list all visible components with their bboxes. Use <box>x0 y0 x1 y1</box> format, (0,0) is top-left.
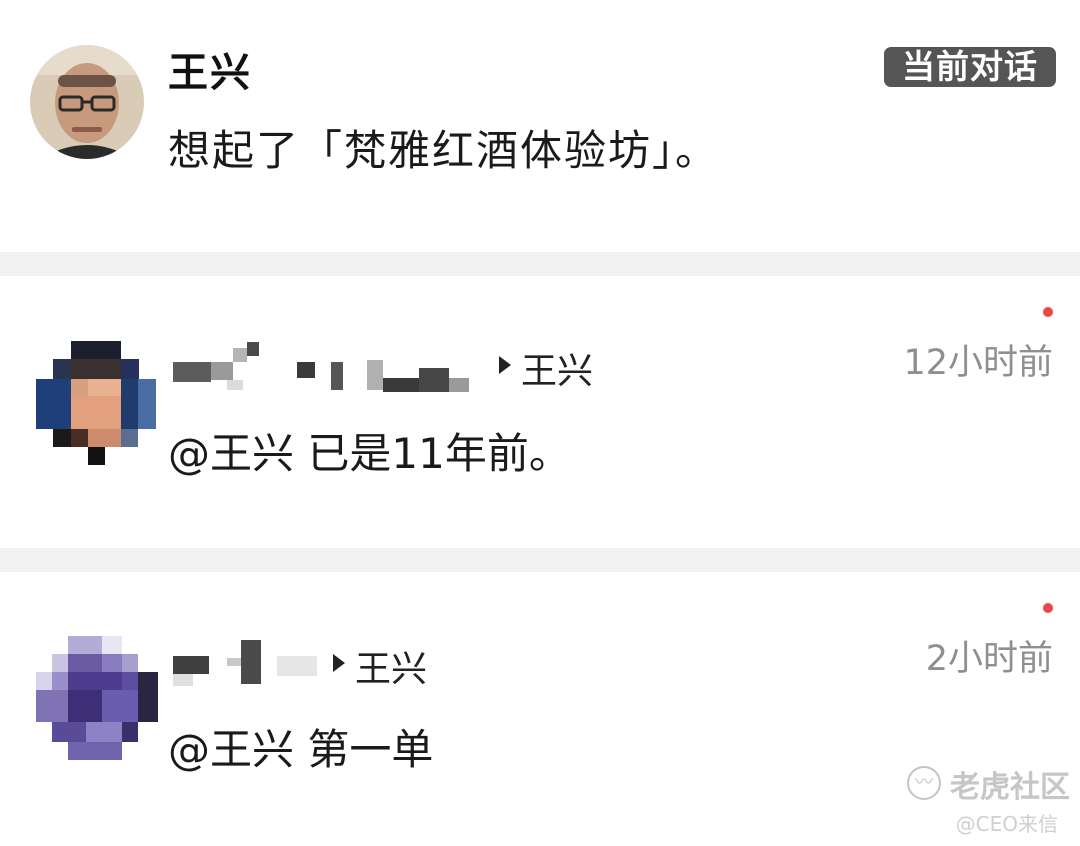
reply-card[interactable]: 王兴 2小时前 @王兴 第一单 <box>0 572 1080 846</box>
watermark-sub: @CEO来信 <box>955 812 1058 836</box>
reply-header: 王兴 <box>173 340 613 392</box>
reply-content: @王兴 已是11年前。 <box>168 420 571 481</box>
watermark-brand: 老虎社区 <box>950 770 1070 805</box>
reply-text: 已是11年前。 <box>307 429 571 478</box>
reply-header: 王兴 <box>173 638 463 690</box>
arrow-right-icon <box>333 654 345 672</box>
user-avatar[interactable] <box>36 636 158 760</box>
reply-card[interactable]: 王兴 12小时前 @王兴 已是11年前。 <box>0 276 1080 548</box>
separator <box>0 548 1080 572</box>
tiger-community-logo-icon: 〰 <box>907 766 941 800</box>
reply-time: 2小时前 <box>925 639 1053 679</box>
blurred-username <box>173 656 209 674</box>
blurred-username <box>173 362 211 382</box>
mention-link[interactable]: @王兴 <box>168 725 294 774</box>
arrow-right-icon <box>499 356 511 374</box>
author-name[interactable]: 王兴 <box>168 40 252 98</box>
reply-target-name[interactable]: 王兴 <box>521 342 593 394</box>
reply-time: 12小时前 <box>903 343 1053 383</box>
current-conversation-badge: 当前对话 <box>884 47 1056 87</box>
separator <box>0 252 1080 276</box>
reply-text: 第一单 <box>307 725 434 774</box>
post-text: 想起了「梵雅红酒体验坊」。 <box>168 126 720 175</box>
reply-target-name[interactable]: 王兴 <box>355 640 427 692</box>
user-avatar[interactable] <box>36 341 156 465</box>
mention-link[interactable]: @王兴 <box>168 429 294 478</box>
author-avatar[interactable] <box>30 45 144 159</box>
reply-content: @王兴 第一单 <box>168 716 433 777</box>
unread-dot <box>1043 603 1053 613</box>
unread-dot <box>1043 307 1053 317</box>
main-post-card: 王兴 当前对话 想起了「梵雅红酒体验坊」。 <box>0 0 1080 252</box>
